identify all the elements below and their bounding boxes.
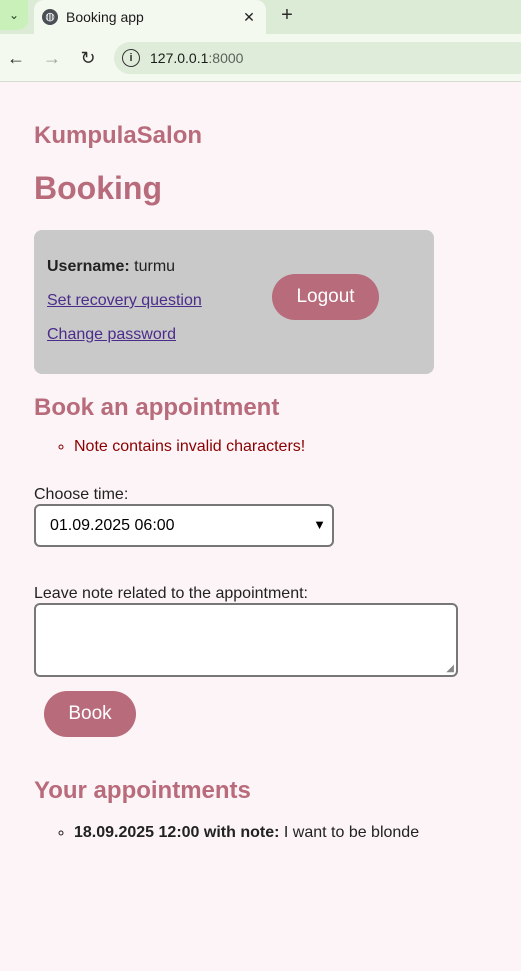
user-card: Username: turmu Set recovery question Ch… bbox=[34, 230, 434, 374]
appointment-note: I want to be blonde bbox=[283, 824, 420, 841]
reload-icon: ↻ bbox=[80, 48, 96, 68]
brand-title: KumpulaSalon bbox=[34, 122, 203, 149]
change-password-link[interactable]: Change password bbox=[47, 326, 176, 344]
chevron-down-icon: ▼ bbox=[313, 517, 326, 532]
arrow-right-icon: → bbox=[43, 48, 61, 68]
browser-tab[interactable]: ◍ Booking app ✕ bbox=[34, 0, 266, 34]
close-icon[interactable]: ✕ bbox=[240, 8, 258, 26]
time-selected-value: 01.09.2025 06:00 bbox=[50, 516, 175, 534]
globe-icon: ◍ bbox=[42, 9, 58, 25]
chevron-down-icon: ⌄ bbox=[8, 8, 20, 22]
url-host: 127.0.0.1 bbox=[150, 50, 209, 66]
tab-strip: ⌄ ◍ Booking app ✕ + bbox=[0, 0, 521, 34]
appointment-list: 18.09.2025 12:00 with note: I want to be… bbox=[34, 824, 419, 842]
username-label: Username: bbox=[47, 258, 130, 275]
new-tab-button[interactable]: + bbox=[276, 4, 298, 26]
url-port: :8000 bbox=[208, 50, 244, 66]
book-appointment-heading: Book an appointment bbox=[34, 394, 280, 421]
book-button[interactable]: Book bbox=[44, 691, 136, 737]
info-icon[interactable]: i bbox=[122, 49, 140, 67]
arrow-left-icon: ← bbox=[7, 48, 25, 68]
time-select[interactable]: 01.09.2025 06:00 ▼ bbox=[34, 504, 334, 547]
username-line: Username: turmu bbox=[47, 258, 175, 276]
your-appointments-heading: Your appointments bbox=[34, 777, 251, 804]
tab-title: Booking app bbox=[66, 9, 144, 25]
reload-button[interactable]: ↻ bbox=[76, 46, 100, 70]
url-text: 127.0.0.1:8000 bbox=[150, 50, 243, 66]
error-message: Note contains invalid characters! bbox=[74, 438, 305, 456]
forward-button[interactable]: → bbox=[40, 46, 64, 70]
page-title: Booking bbox=[34, 170, 162, 206]
tab-search-button[interactable]: ⌄ bbox=[0, 0, 28, 30]
note-textarea[interactable]: ◢ bbox=[34, 603, 458, 677]
username-value: turmu bbox=[134, 258, 176, 275]
list-item: 18.09.2025 12:00 with note: I want to be… bbox=[74, 824, 419, 842]
back-button[interactable]: ← bbox=[4, 46, 28, 70]
time-label: Choose time: bbox=[34, 486, 129, 503]
appointment-when: 18.09.2025 12:00 with note: bbox=[74, 824, 280, 841]
error-list: Note contains invalid characters! bbox=[34, 438, 305, 456]
address-bar[interactable]: i 127.0.0.1:8000 bbox=[114, 42, 521, 74]
browser-toolbar: ← → ↻ i 127.0.0.1:8000 bbox=[0, 34, 521, 82]
note-label: Leave note related to the appointment: bbox=[34, 585, 308, 602]
set-recovery-question-link[interactable]: Set recovery question bbox=[47, 292, 202, 310]
resize-handle-icon[interactable]: ◢ bbox=[446, 664, 454, 674]
logout-button[interactable]: Logout bbox=[272, 274, 379, 320]
